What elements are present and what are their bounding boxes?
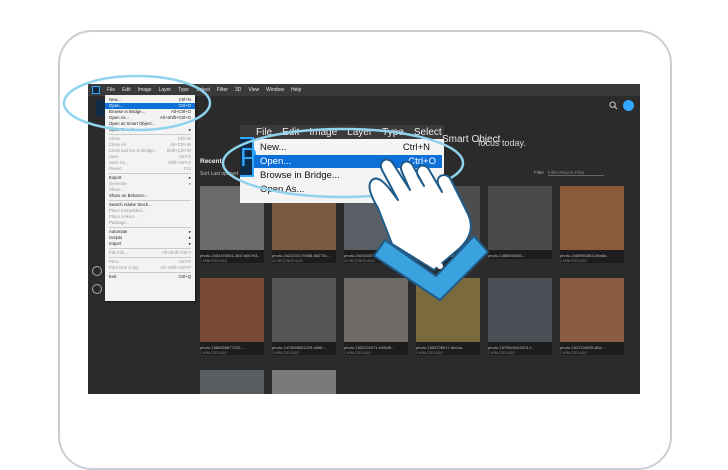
highlight-ring [62,74,212,132]
annotation-overlay [62,74,489,301]
hand-pointer-icon [368,158,489,301]
